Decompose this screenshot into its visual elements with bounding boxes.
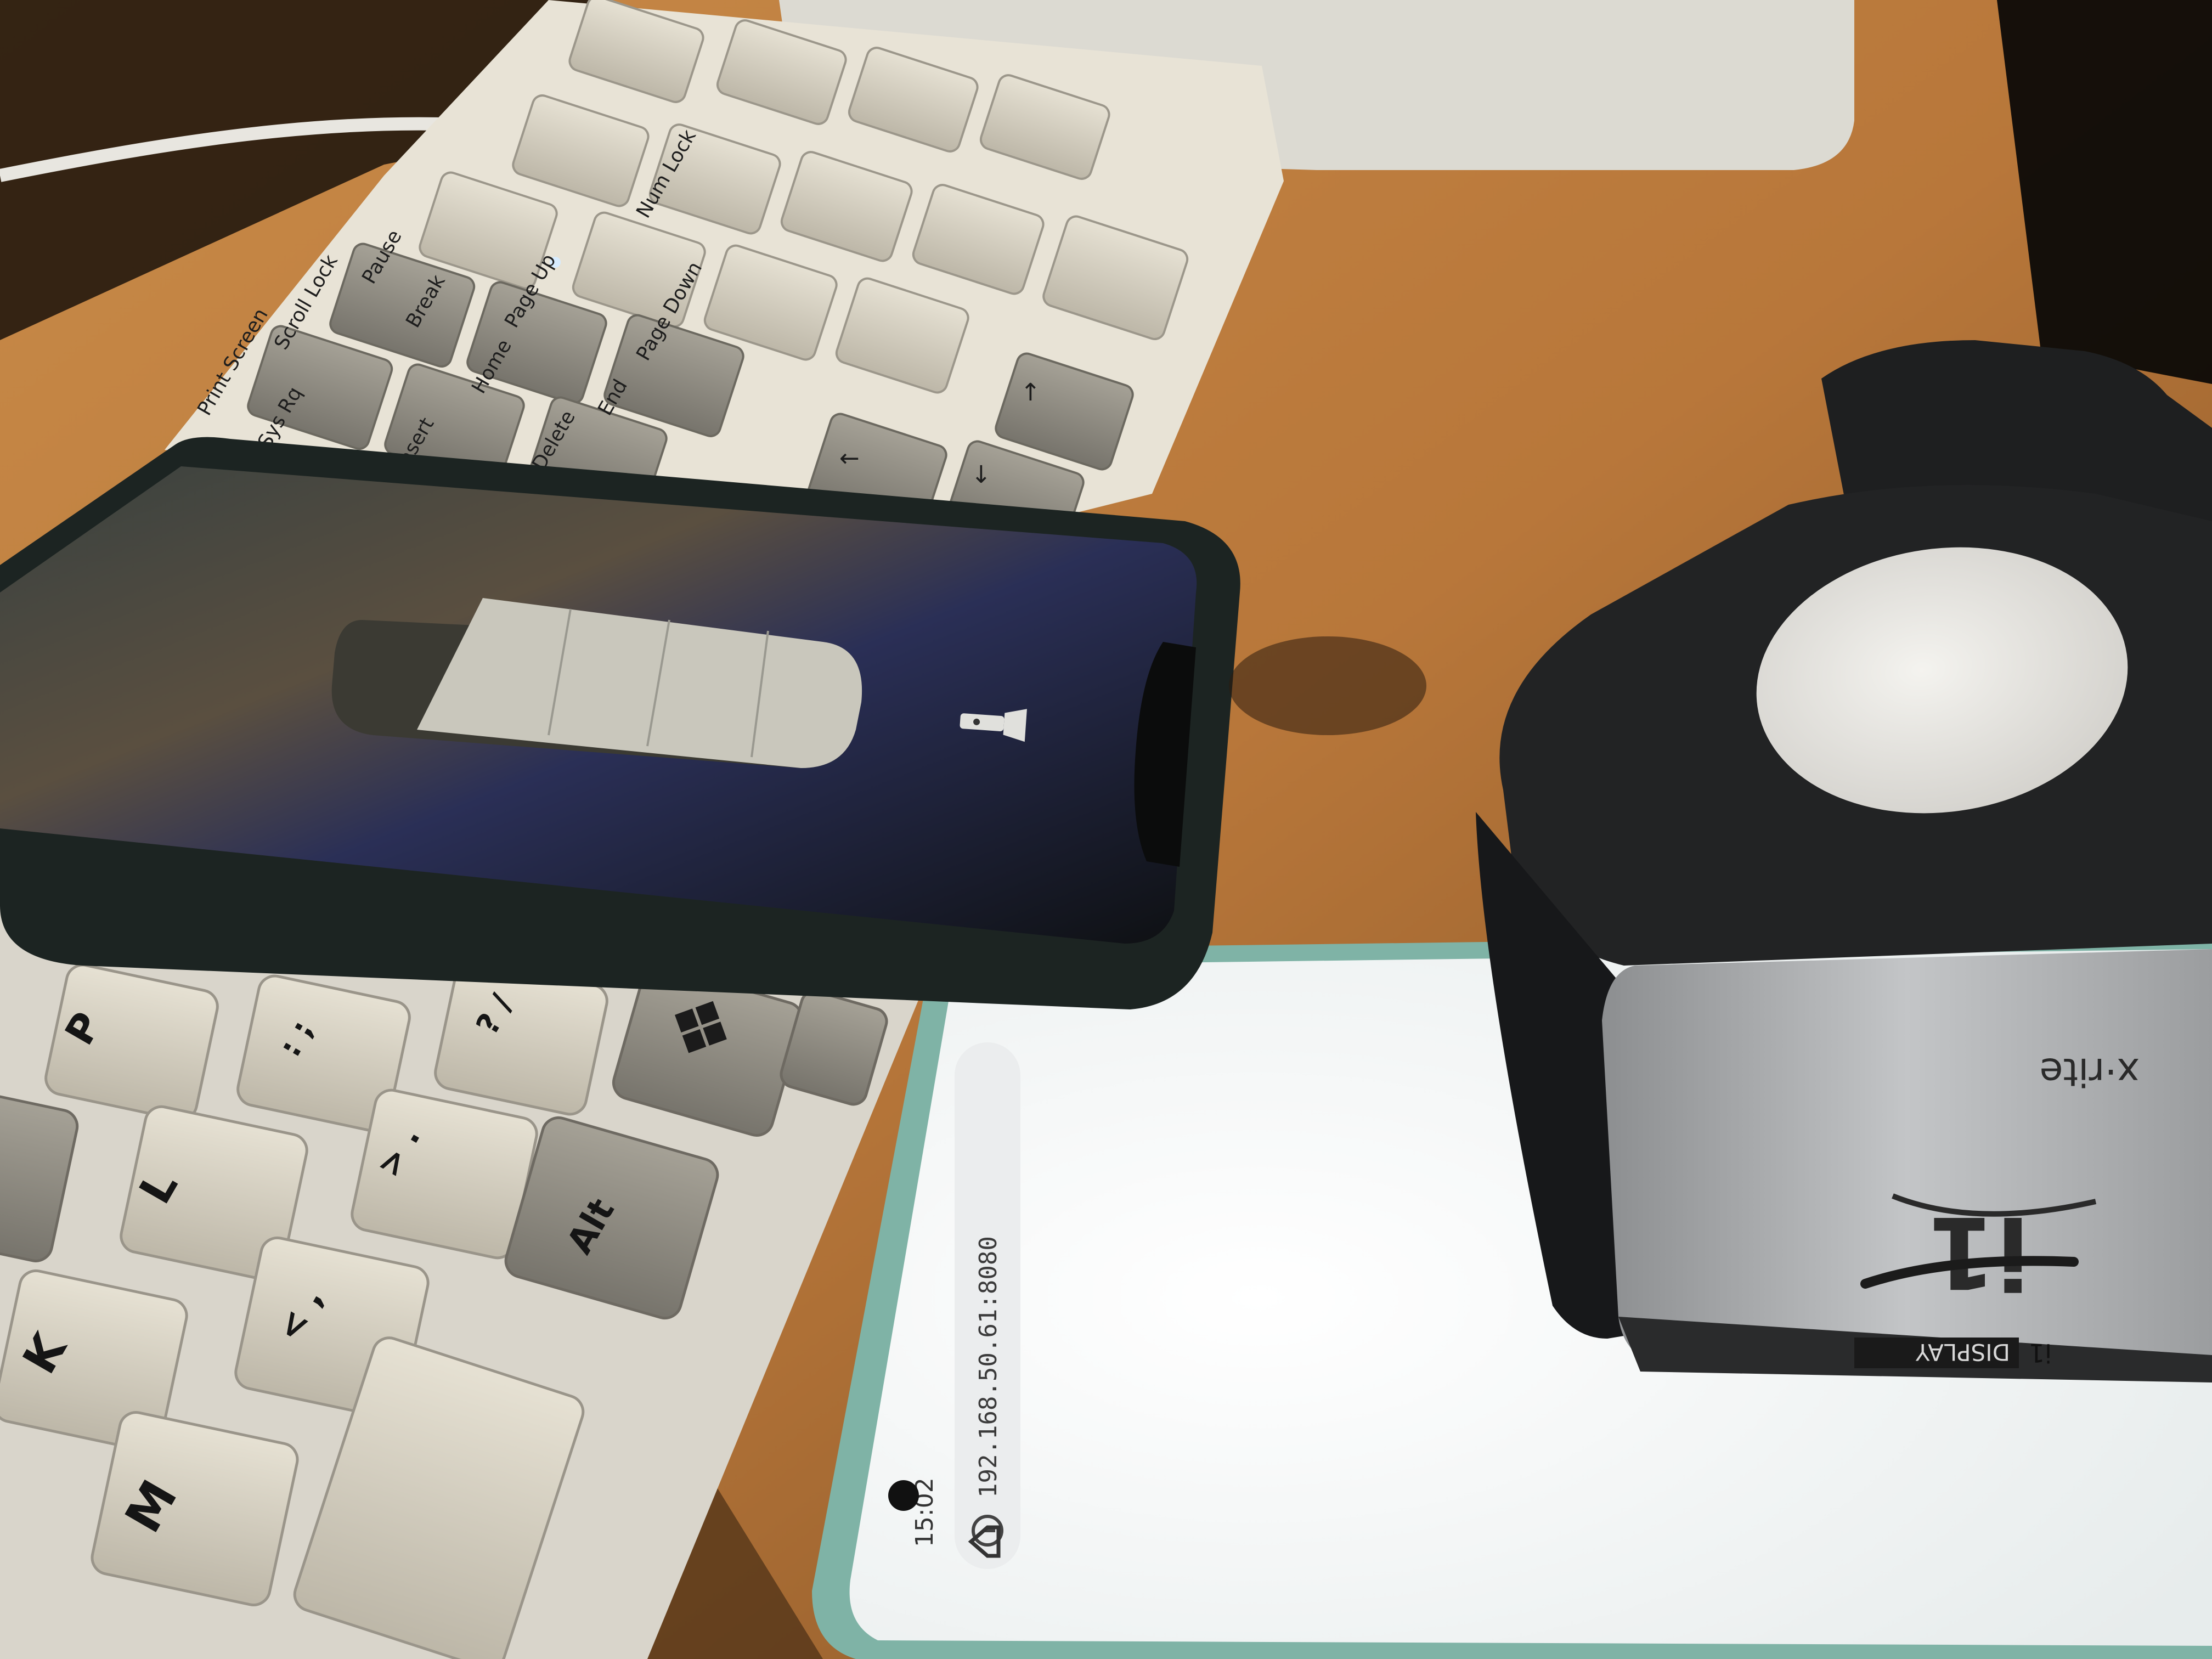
colorimeter-shadow <box>1229 636 1426 735</box>
photo-scene: Print Screen Sys Rq Scroll Lock Pause Br… <box>0 0 2212 1659</box>
key-arrow-down-label: ↓ <box>971 461 991 489</box>
scene-svg: Print Screen Sys Rq Scroll Lock Pause Br… <box>0 0 2212 1659</box>
iphone <box>0 437 1240 1009</box>
colorimeter-model-badge: DISPLAY <box>1915 1339 2010 1365</box>
colorimeter-silver-face <box>1602 949 2212 1372</box>
address-url[interactable]: 192.168.50.61:8080 <box>974 1236 1002 1498</box>
key-arrow-left-label: ← <box>839 444 860 472</box>
colorimeter-model-prefix: i1 <box>2029 1338 2052 1368</box>
camera-icon <box>888 1480 919 1511</box>
key-arrow-up-label: ↑ <box>1020 379 1041 407</box>
colorimeter-brand: x·rite <box>2040 1049 2140 1094</box>
